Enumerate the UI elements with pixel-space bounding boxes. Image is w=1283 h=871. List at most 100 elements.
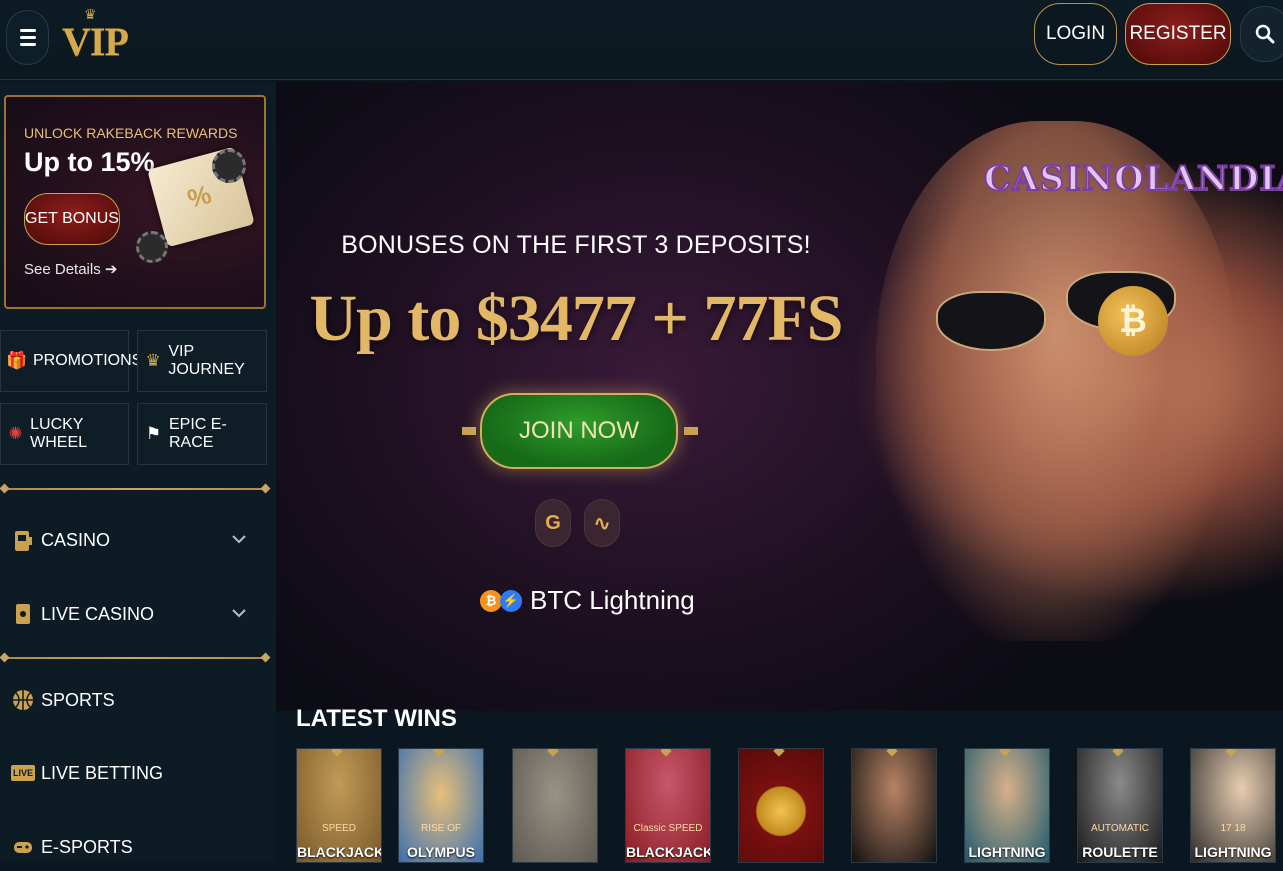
nav-item-casino[interactable]: CASINO <box>0 516 270 564</box>
sunglasses-lens <box>936 291 1046 351</box>
search-button[interactable] <box>1240 6 1283 62</box>
bitcoin-icon: ₿ <box>480 589 502 612</box>
top-bar: ♛ VIP LOGIN REGISTER <box>0 0 1283 80</box>
nav-item-live-casino[interactable]: LIVE CASINO <box>0 590 270 638</box>
hero-person-image <box>876 121 1236 641</box>
hero-kicker: BONUSES ON THE FIRST 3 DEPOSITS! <box>341 231 811 259</box>
divider <box>4 488 266 490</box>
tile-epic-e-race[interactable]: ⚑ EPIC E-RACE <box>137 403 267 465</box>
latest-wins-strip: SPEED BLACKJACK RISE OF OLYMPUS Classic SP… <box>296 748 1283 863</box>
ornament-icon <box>462 427 476 435</box>
gold-pip <box>660 749 672 757</box>
menu-line <box>19 36 36 39</box>
gold-pip <box>547 749 559 757</box>
game-card-sub: RISE OF <box>420 823 461 834</box>
game-card-caption: BLACKJACK <box>626 844 711 860</box>
wheel-icon: ✺ <box>8 424 23 443</box>
vip-logo[interactable]: ♛ VIP <box>62 6 129 68</box>
game-card-caption: LIGHTNING <box>968 844 1046 860</box>
walletconnect-icon: ∿ <box>593 512 611 535</box>
register-button[interactable]: REGISTER <box>1125 3 1231 65</box>
tile-vip-journey[interactable]: ♛ VIP JOURNEY <box>137 330 267 392</box>
game-card[interactable]: RISE OF OLYMPUS <box>398 748 484 863</box>
checkered-flag-icon: ⚑ <box>145 424 162 443</box>
poker-chip-icon <box>136 231 168 263</box>
nav-label: LIVE CASINO <box>41 603 155 624</box>
tile-label: LUCKY WHEEL <box>30 416 88 451</box>
google-login-button[interactable]: G <box>535 499 571 547</box>
ornament-icon <box>684 427 698 435</box>
gold-pip <box>886 749 898 757</box>
menu-line <box>19 43 36 46</box>
poker-chip-icon <box>212 149 246 183</box>
nav-item-e-sports[interactable]: E-SPORTS <box>0 823 270 871</box>
game-card[interactable]: SPEED BLACKJACK <box>296 748 382 863</box>
chevron-down-icon[interactable] <box>232 531 246 549</box>
casinolandia-watermark: CASINOLANDIA <box>983 158 1283 200</box>
latest-wins-title: LATEST WINS <box>296 705 457 732</box>
tile-label: EPIC E-RACE <box>168 416 227 451</box>
see-details-link[interactable]: See Details ➔ <box>24 260 117 278</box>
hamburger-menu-button[interactable] <box>6 10 49 65</box>
gold-pip <box>1225 749 1237 757</box>
game-card-caption: OLYMPUS <box>407 844 475 860</box>
btc-lightning-label: BTC Lightning <box>530 585 695 615</box>
live-badge-icon: LIVE <box>11 760 36 786</box>
btc-lightning-badge: ₿ ⚡ BTC Lightning <box>480 585 695 616</box>
tile-lucky-wheel[interactable]: ✺ LUCKY WHEEL <box>0 403 129 465</box>
game-card[interactable]: 17 18 LIGHTNING <box>1190 748 1276 863</box>
game-card[interactable] <box>851 748 937 863</box>
cards-icon <box>12 601 34 627</box>
game-card[interactable]: LIGHTNING <box>964 748 1050 863</box>
gold-pip <box>331 749 343 757</box>
gold-pip <box>773 749 785 757</box>
hero-amount: Up to $3477 + 77FS <box>309 282 844 355</box>
game-card-caption: ROULETTE <box>1082 844 1158 860</box>
join-now-wrapper: JOIN NOW <box>462 393 698 469</box>
menu-line <box>19 29 36 32</box>
divider <box>4 657 266 659</box>
game-card-sub: 17 18 <box>1220 823 1246 834</box>
game-card[interactable] <box>738 748 824 863</box>
tile-label: VIP JOURNEY <box>168 343 245 378</box>
tile-promotions[interactable]: 🎁 PROMOTIONS <box>0 330 142 392</box>
gold-pip <box>433 749 445 757</box>
nav-label: E-SPORTS <box>41 836 133 857</box>
game-card[interactable]: AUTOMATIC ROULETTE <box>1077 748 1163 863</box>
tile-label: PROMOTIONS <box>33 352 143 369</box>
bitcoin-coin-icon: ₿ <box>1098 286 1168 356</box>
gold-pip <box>1112 749 1124 757</box>
gamepad-icon <box>12 834 34 860</box>
game-card-sub: SPEED <box>322 823 356 834</box>
nav-label: LIVE BETTING <box>41 762 164 783</box>
search-icon <box>1255 24 1275 44</box>
logo-text: VIP <box>62 19 129 64</box>
gift-box-icon: 🎁 <box>6 351 28 370</box>
nav-label: SPORTS <box>41 689 115 710</box>
promo-kicker: UNLOCK RAKEBACK REWARDS <box>24 125 238 141</box>
rakeback-promo-card[interactable]: UNLOCK RAKEBACK REWARDS Up to 15% GET BO… <box>4 95 266 309</box>
game-card[interactable]: Classic SPEED BLACKJACK <box>625 748 711 863</box>
sidebar: UNLOCK RAKEBACK REWARDS Up to 15% GET BO… <box>0 81 276 863</box>
basketball-icon <box>12 687 34 713</box>
live-badge: LIVE <box>11 765 36 781</box>
nav-item-sports[interactable]: SPORTS <box>0 676 270 724</box>
gold-pip <box>999 749 1011 757</box>
login-button[interactable]: LOGIN <box>1034 3 1117 65</box>
game-card-sub: Classic SPEED <box>633 823 703 834</box>
walletconnect-login-button[interactable]: ∿ <box>584 499 620 547</box>
join-now-button[interactable]: JOIN NOW <box>480 393 678 469</box>
chevron-down-icon[interactable] <box>232 605 246 623</box>
lightning-icon: ⚡ <box>500 589 522 612</box>
promo-title: Up to 15% <box>24 147 155 177</box>
nav-item-live-betting[interactable]: LIVE LIVE BETTING <box>0 749 270 797</box>
nav-label: CASINO <box>41 529 111 550</box>
game-card-caption: LIGHTNING <box>1194 844 1272 860</box>
crown-icon: ♛ <box>145 351 161 370</box>
game-card-sub: AUTOMATIC <box>1091 823 1149 834</box>
game-card[interactable] <box>512 748 598 863</box>
get-bonus-button[interactable]: GET BONUS <box>24 193 120 245</box>
game-card-caption: BLACKJACK <box>297 844 382 860</box>
google-icon: G <box>545 511 561 534</box>
hero-banner[interactable]: ₿ CASINOLANDIA BONUSES ON THE FIRST 3 DE… <box>276 81 1283 711</box>
